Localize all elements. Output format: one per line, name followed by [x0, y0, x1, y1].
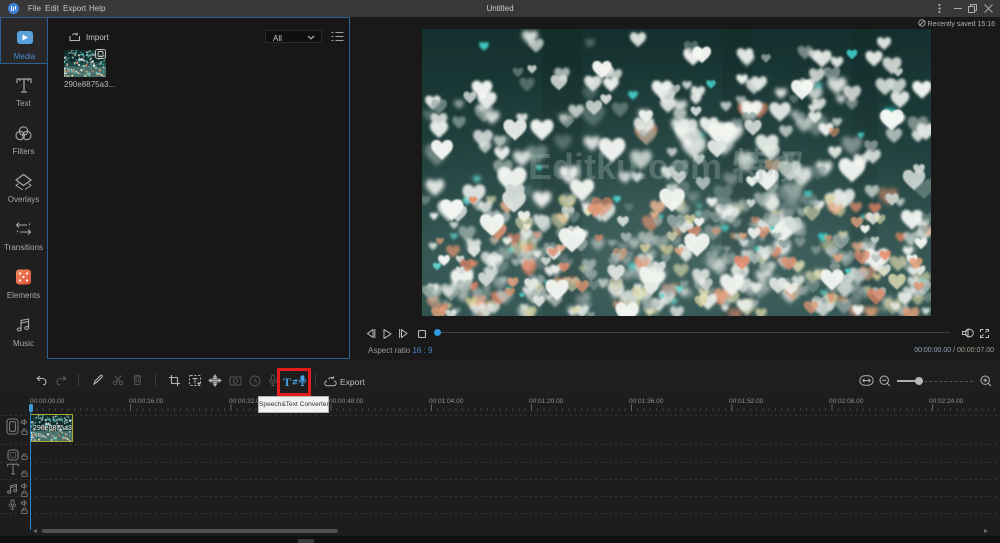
- svg-text:Editku.com 特权: Editku.com 特权: [528, 146, 804, 187]
